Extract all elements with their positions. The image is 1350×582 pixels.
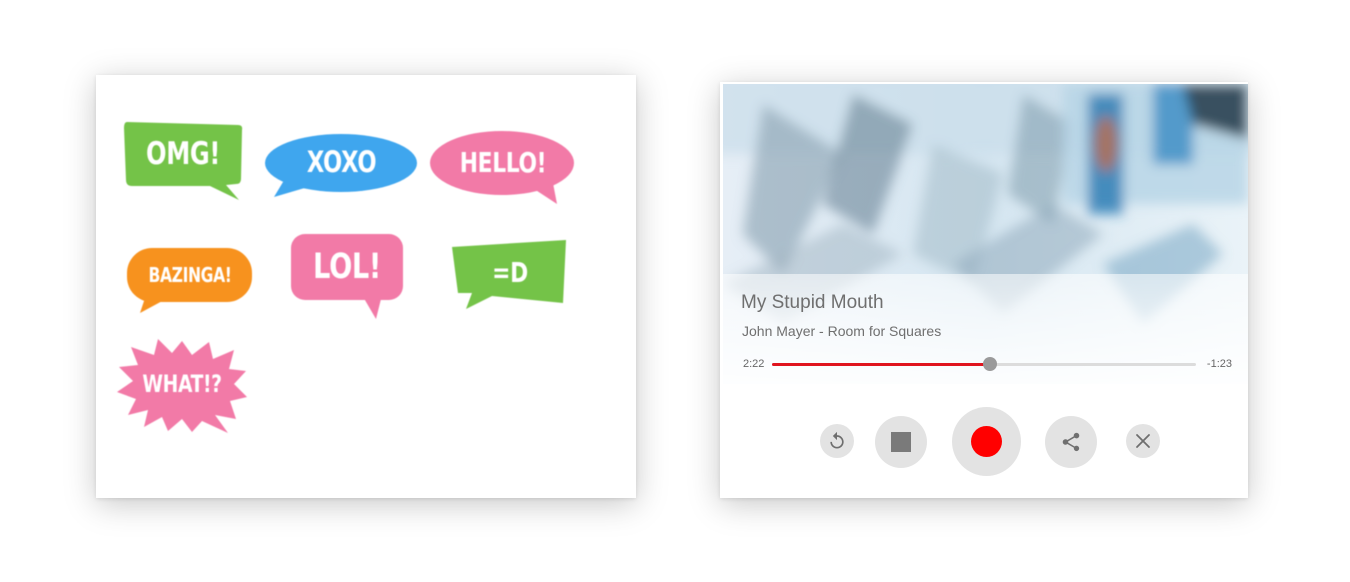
sticker-label: =D bbox=[492, 256, 528, 289]
share-icon bbox=[1062, 432, 1080, 452]
music-player: My Stupid Mouth John Mayer - Room for Sq… bbox=[720, 82, 1248, 498]
sticker-bazinga[interactable]: BAZINGA! bbox=[126, 247, 254, 315]
sticker-label: WHAT!? bbox=[142, 370, 222, 398]
sticker-panel: OMG! XOXO HELLO! BAZINGA! LOL! =D WHAT!? bbox=[96, 75, 636, 498]
remaining-time: -1:23 bbox=[1206, 358, 1232, 370]
sticker-smile[interactable]: =D bbox=[452, 239, 568, 309]
sticker-label: LOL! bbox=[313, 247, 381, 287]
record-icon bbox=[971, 426, 1002, 457]
record-button[interactable] bbox=[952, 407, 1021, 476]
replay-button[interactable] bbox=[820, 424, 854, 458]
stop-icon bbox=[891, 432, 911, 452]
sticker-label: XOXO bbox=[306, 145, 377, 179]
progress-knob[interactable] bbox=[982, 357, 997, 371]
elapsed-time: 2:22 bbox=[743, 358, 765, 370]
sticker-xoxo[interactable]: XOXO bbox=[264, 133, 419, 199]
stage: OMG! XOXO HELLO! BAZINGA! LOL! =D WHAT!?… bbox=[0, 0, 1350, 582]
close-button[interactable] bbox=[1126, 424, 1160, 458]
song-artist-album: John Mayer - Room for Squares bbox=[742, 323, 942, 339]
sticker-label: BAZINGA! bbox=[148, 263, 232, 287]
sticker-hello[interactable]: HELLO! bbox=[430, 130, 576, 205]
stop-button[interactable] bbox=[875, 416, 927, 468]
album-art bbox=[723, 84, 1248, 384]
sticker-label: OMG! bbox=[146, 136, 220, 172]
progress-track[interactable] bbox=[772, 357, 1196, 371]
sticker-label: HELLO! bbox=[459, 146, 547, 179]
sticker-what[interactable]: WHAT!? bbox=[116, 337, 248, 433]
sticker-lol[interactable]: LOL! bbox=[290, 233, 404, 321]
close-icon bbox=[1136, 434, 1150, 448]
song-title: My Stupid Mouth bbox=[741, 292, 884, 313]
progress-fill bbox=[772, 363, 990, 366]
bubble-tail bbox=[362, 295, 382, 319]
share-button[interactable] bbox=[1045, 416, 1097, 468]
sticker-omg[interactable]: OMG! bbox=[122, 120, 244, 202]
replay-icon bbox=[830, 431, 844, 449]
